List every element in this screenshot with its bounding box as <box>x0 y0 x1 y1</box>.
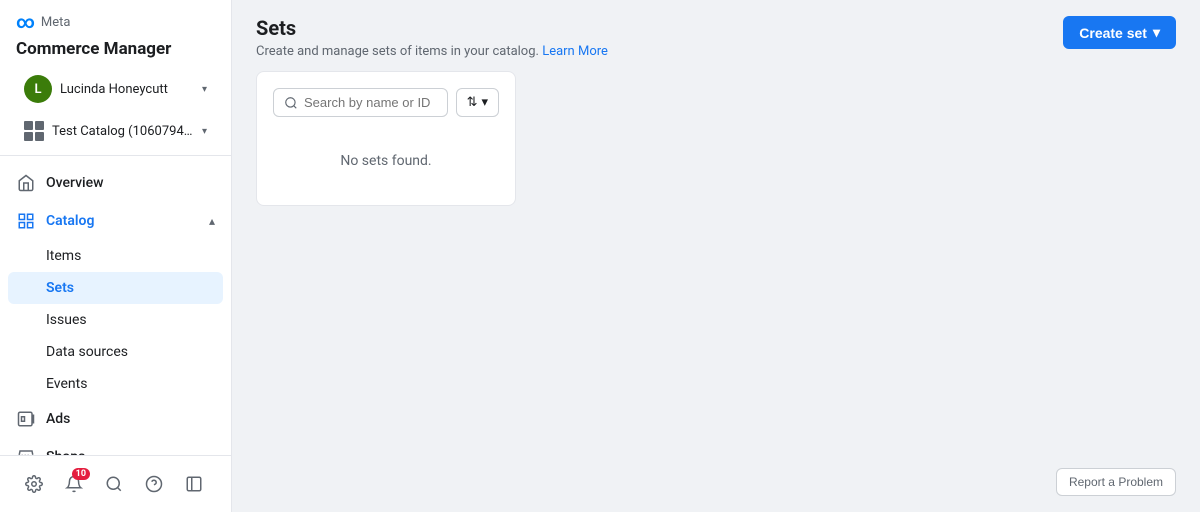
create-set-dropdown-icon: ▾ <box>1153 24 1160 41</box>
meta-logo: ∞ Meta <box>16 12 215 33</box>
sidebar-item-events[interactable]: Events <box>0 368 231 400</box>
catalog-grid-icon <box>24 121 44 141</box>
search-icon <box>284 96 298 110</box>
subtitle-text: Create and manage sets of items in your … <box>256 44 539 59</box>
issues-label: Issues <box>46 312 87 328</box>
overview-icon <box>16 173 36 193</box>
sidebar-item-data-sources[interactable]: Data sources <box>0 336 231 368</box>
sidebar-item-items[interactable]: Items <box>0 240 231 272</box>
sort-icon: ⇅ <box>467 95 478 110</box>
sidebar-item-shops[interactable]: Shops <box>0 438 231 455</box>
sidebar-item-issues[interactable]: Issues <box>0 304 231 336</box>
catalog-selector[interactable]: Test Catalog (106079406783.... ▾ <box>16 115 215 147</box>
expand-btn[interactable] <box>176 466 212 502</box>
sidebar-item-overview-label: Overview <box>46 175 103 191</box>
meta-logo-icon: ∞ <box>16 12 35 33</box>
page-subtitle: Create and manage sets of items in your … <box>256 44 1176 59</box>
report-problem-button[interactable]: Report a Problem <box>1056 468 1176 496</box>
sidebar-nav: Overview Catalog ▴ Items Sets <box>0 156 231 455</box>
app-title: Commerce Manager <box>16 39 215 59</box>
user-selector[interactable]: L Lucinda Honeycutt ▾ <box>16 69 215 109</box>
search-footer-btn[interactable] <box>96 466 132 502</box>
report-problem-label: Report a Problem <box>1069 475 1163 489</box>
catalog-toggle-icon: ▴ <box>209 214 215 228</box>
sort-dropdown-icon: ▾ <box>481 95 488 110</box>
main-content: ⇅ ▾ No sets found. <box>232 71 1200 512</box>
create-set-label: Create set <box>1079 25 1147 41</box>
sort-button[interactable]: ⇅ ▾ <box>456 88 499 117</box>
events-label: Events <box>46 376 87 392</box>
help-btn[interactable] <box>136 466 172 502</box>
sidebar-item-sets[interactable]: Sets <box>8 272 223 304</box>
catalog-name: Test Catalog (106079406783.... <box>52 124 194 139</box>
main-area: Create set ▾ Sets Create and manage sets… <box>232 0 1200 512</box>
catalog-sub-nav: Items Sets Issues Data sources Events <box>0 240 231 400</box>
catalog-chevron-icon: ▾ <box>202 126 207 137</box>
sidebar-item-ads[interactable]: Ads <box>0 400 231 438</box>
shops-icon <box>16 447 36 455</box>
settings-footer-btn[interactable] <box>16 466 52 502</box>
no-sets-message: No sets found. <box>273 133 499 189</box>
sidebar: ∞ Meta Commerce Manager L Lucinda Honeyc… <box>0 0 232 512</box>
sidebar-item-ads-label: Ads <box>46 411 70 427</box>
notifications-btn[interactable]: 10 <box>56 466 92 502</box>
sidebar-item-overview[interactable]: Overview <box>0 164 231 202</box>
sidebar-item-catalog-label: Catalog <box>46 213 94 229</box>
create-set-button[interactable]: Create set ▾ <box>1063 16 1176 49</box>
sets-panel: ⇅ ▾ No sets found. <box>256 71 516 206</box>
avatar: L <box>24 75 52 103</box>
user-chevron-icon: ▾ <box>202 84 207 95</box>
sidebar-header: ∞ Meta Commerce Manager L Lucinda Honeyc… <box>0 0 231 156</box>
search-sort-row: ⇅ ▾ <box>273 88 499 117</box>
notification-badge: 10 <box>72 468 90 480</box>
page-title: Sets <box>256 16 1176 40</box>
page-header: Sets Create and manage sets of items in … <box>232 0 1200 71</box>
sidebar-footer: 10 <box>0 455 231 512</box>
sets-label: Sets <box>46 280 74 296</box>
ads-icon <box>16 409 36 429</box>
data-sources-label: Data sources <box>46 344 128 360</box>
user-name: Lucinda Honeycutt <box>60 82 194 97</box>
items-label: Items <box>46 248 81 264</box>
sidebar-item-catalog[interactable]: Catalog ▴ <box>0 202 231 240</box>
learn-more-link[interactable]: Learn More <box>542 44 608 59</box>
catalog-nav-icon <box>16 211 36 231</box>
search-input[interactable] <box>304 95 437 110</box>
search-box[interactable] <box>273 88 448 117</box>
meta-brand-label: Meta <box>41 15 71 30</box>
catalog-section: Catalog ▴ Items Sets Issues Data sources… <box>0 202 231 400</box>
